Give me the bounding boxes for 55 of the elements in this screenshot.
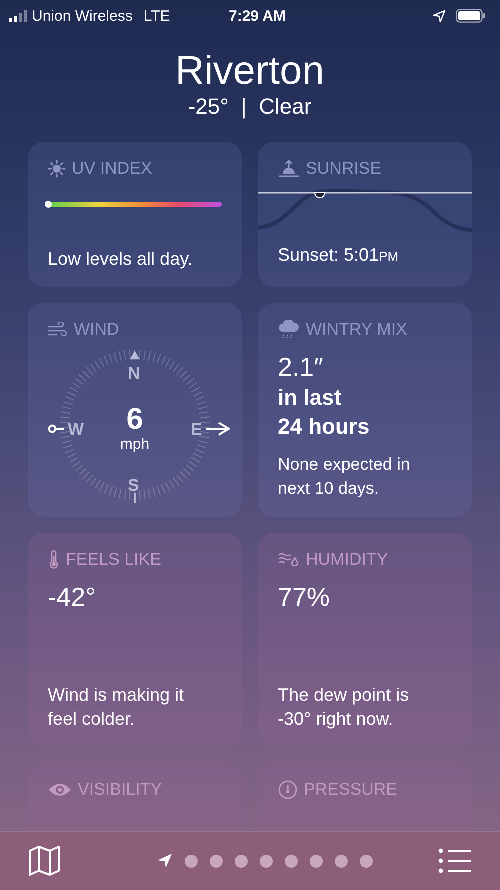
card-description: Wind is making it feel colder. [48, 684, 186, 731]
page-dot[interactable] [185, 854, 198, 868]
precip-amount: 2.1″ [278, 351, 324, 383]
page-dot[interactable] [310, 854, 323, 868]
eye-icon [48, 782, 72, 798]
precip-period: in last [278, 384, 343, 412]
wind-speed: 6 [126, 404, 144, 436]
card-title: WIND [74, 320, 120, 340]
card-value: 77% [278, 581, 332, 613]
card-description: The dew point is -30° right now. [278, 684, 410, 731]
card-title: FEELS LIKE [66, 550, 162, 570]
page-dot[interactable] [335, 854, 348, 868]
list-button[interactable] [438, 848, 472, 874]
page-dot[interactable] [210, 854, 223, 868]
card-value: -42° [48, 581, 97, 613]
card-title: PRESSURE [304, 780, 398, 800]
wind-tail-drawing [48, 424, 64, 434]
map-button[interactable] [28, 846, 62, 876]
card-title: SUNRISE [306, 159, 382, 179]
status-time: 7:29 AM [228, 8, 287, 24]
cloud-icon [278, 320, 300, 340]
sun-icon [48, 160, 66, 178]
page-dot[interactable] [260, 854, 273, 868]
page-dot[interactable] [235, 854, 248, 868]
compass-north: N [128, 364, 140, 384]
battery-icon [456, 9, 486, 23]
card-title: WINTRY MIX [306, 320, 408, 340]
card-title: VISIBILITY [78, 780, 162, 800]
location-arrow-icon [433, 10, 446, 22]
wind-unit: mph [120, 436, 150, 454]
thermometer-icon [48, 550, 60, 570]
location-page-indicator[interactable] [157, 853, 173, 869]
gauge-icon [278, 780, 298, 800]
page-dot[interactable] [360, 854, 373, 868]
card-title: UV INDEX [72, 159, 152, 179]
network-type: LTE [144, 8, 170, 24]
card-description: None expected in next 10 days. [278, 454, 412, 500]
signal-icon [9, 10, 27, 22]
wind-arrow-icon [206, 421, 230, 438]
compass-west: W [68, 420, 84, 440]
card-title: HUMIDITY [306, 550, 388, 570]
sunset-time: Sunset: 5:01PM [278, 244, 400, 267]
carrier-name: Union Wireless [32, 8, 133, 24]
current-conditions: -25° | Clear [188, 94, 312, 120]
precip-period: 24 hours [278, 413, 371, 441]
card-description: Low levels all day. [48, 248, 194, 271]
sunrise-icon [278, 160, 300, 178]
humidity-icon [278, 551, 300, 569]
map-icon [28, 846, 62, 876]
list-icon [438, 848, 472, 874]
page-dot[interactable] [285, 854, 298, 868]
city-name: Riverton [176, 48, 324, 94]
compass-south: S [128, 476, 140, 496]
wind-icon [48, 322, 68, 338]
compass-east: E [191, 420, 202, 440]
